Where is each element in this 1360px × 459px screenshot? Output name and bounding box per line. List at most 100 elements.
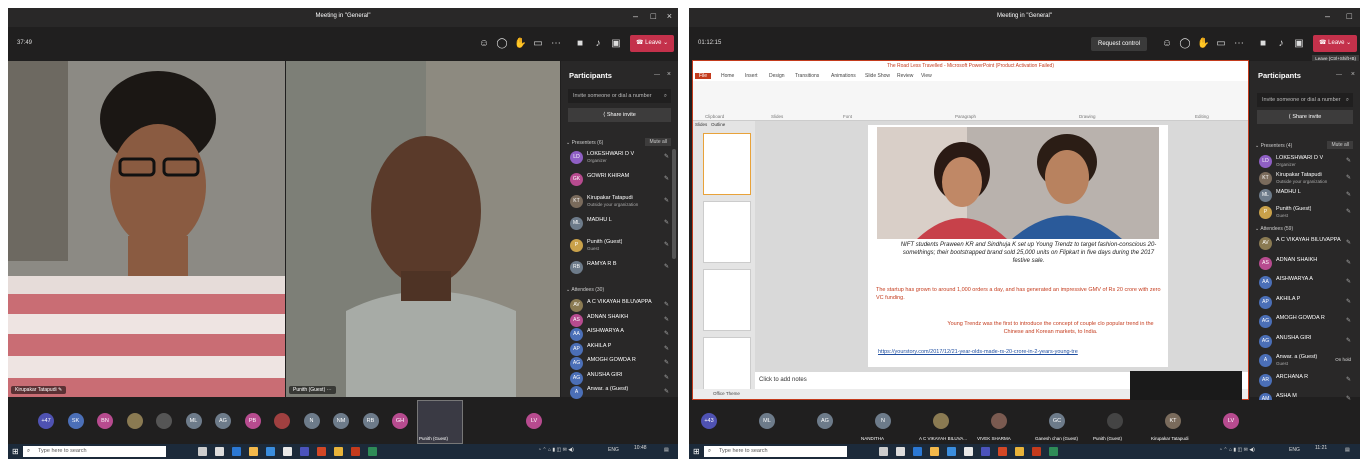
ribbon-tab-transitions[interactable]: Transitions <box>795 73 819 79</box>
leave-button[interactable]: ☎ Leave ⌄ <box>630 35 675 52</box>
folder-icon[interactable] <box>930 447 939 456</box>
powerpoint-icon[interactable] <box>351 447 360 456</box>
participant-row[interactable]: RB RAMYA R B ✎ <box>570 259 671 277</box>
camera-icon[interactable]: ■ <box>1257 38 1269 50</box>
store-icon[interactable] <box>913 447 922 456</box>
share-invite-button[interactable]: ⟨ Share invite <box>1257 110 1353 124</box>
popout-icon[interactable]: — <box>1336 72 1342 78</box>
chat-icon[interactable]: ◯ <box>1179 38 1191 50</box>
participant-bubble[interactable]: N <box>875 413 891 429</box>
ribbon-tab-file[interactable]: File <box>695 73 712 79</box>
ribbon-tab-home[interactable]: Home <box>721 73 734 79</box>
edge-icon[interactable] <box>947 447 956 456</box>
presenters-header[interactable]: ⌄ Presenters (4) Mute all <box>1255 141 1353 149</box>
participant-bubble[interactable]: SK <box>67 413 84 429</box>
mic-icon[interactable]: ♪ <box>1275 38 1287 50</box>
edge-icon[interactable] <box>266 447 275 456</box>
file-explorer-icon[interactable] <box>215 447 224 456</box>
minimize-icon[interactable]: – <box>1325 11 1330 21</box>
teams-icon[interactable] <box>300 447 309 456</box>
participant-row[interactable]: ML MADHU L ✎ <box>570 215 671 233</box>
participant-bubble[interactable]: KT <box>1165 413 1181 429</box>
excel-icon[interactable] <box>368 447 377 456</box>
participants-icon[interactable]: ☺ <box>1161 38 1173 50</box>
office-icon[interactable] <box>998 447 1007 456</box>
minimize-icon[interactable]: – <box>633 11 638 21</box>
invite-input[interactable]: Invite someone or dial a number ⌕ <box>568 89 671 103</box>
share-invite-button[interactable]: ⟨ Share invite <box>568 108 671 122</box>
clock[interactable]: 11:21 <box>1315 445 1327 451</box>
slide-link[interactable]: https://yourstory.com/2017/12/21-year-ol… <box>878 349 1078 355</box>
mute-all-button[interactable]: Mute all <box>645 138 671 146</box>
notification-icon[interactable]: ▤ <box>1345 447 1350 453</box>
chrome-icon[interactable] <box>1015 447 1024 456</box>
participant-bubble[interactable]: PB <box>244 413 261 429</box>
maximize-icon[interactable]: □ <box>1347 11 1352 21</box>
windows-start-icon[interactable]: ⊞ <box>693 447 700 456</box>
participant-bubble[interactable] <box>156 413 172 429</box>
participant-row[interactable]: AA AISHWARYA A ✎ <box>1259 274 1353 292</box>
more-icon[interactable]: ⋯ <box>1233 38 1245 50</box>
reactions-icon[interactable]: ✋ <box>1197 38 1209 50</box>
maximize-icon[interactable]: □ <box>651 11 656 21</box>
participant-bubble[interactable] <box>126 413 143 429</box>
participant-bubble[interactable]: LV <box>1223 413 1239 429</box>
more-icon[interactable]: ⋯ <box>550 38 562 50</box>
participant-row[interactable]: P Punith (Guest) Guest ✎ <box>1259 204 1353 222</box>
participant-row[interactable]: AR ARCHANA R ✎ <box>1259 372 1353 390</box>
participant-row[interactable]: A Anwar. a (Guest) Guest On hold <box>1259 352 1353 370</box>
ribbon-tab-view[interactable]: View <box>921 73 932 79</box>
ribbon-tab-animations[interactable]: Animations <box>831 73 856 79</box>
powerpoint-icon[interactable] <box>1032 447 1041 456</box>
attendees-header[interactable]: ⌄ Attendees (59) <box>1255 226 1353 232</box>
participant-bubble[interactable]: NM <box>333 413 349 429</box>
participant-bubble[interactable]: LV <box>526 413 542 429</box>
participant-bubble[interactable]: GC <box>1049 413 1065 429</box>
chat-icon[interactable]: ◯ <box>496 38 508 50</box>
ribbon-tab-slideshow[interactable]: Slide Show <box>865 73 890 79</box>
camera-icon[interactable]: ■ <box>574 38 586 50</box>
reactions-icon[interactable]: ✋ <box>514 38 526 50</box>
taskbar-search[interactable]: ⌕ Type here to search <box>23 446 166 457</box>
participant-bubble[interactable] <box>933 413 949 429</box>
participant-bubble[interactable]: AG <box>215 413 231 429</box>
participant-row[interactable]: AV A C VIKAYAH BILUVAPPA ✎ <box>1259 235 1353 253</box>
slide-thumb[interactable] <box>703 337 751 391</box>
ribbon-tab-design[interactable]: Design <box>769 73 785 79</box>
close-panel-icon[interactable]: × <box>667 71 671 78</box>
participant-row[interactable]: AG ANUSHA GIRI ✎ <box>1259 333 1353 351</box>
participant-row[interactable]: ML MADHU L ✎ <box>1259 187 1353 205</box>
windows-start-icon[interactable]: ⊞ <box>12 447 19 456</box>
participant-bubble[interactable]: +43 <box>701 413 717 429</box>
mic-icon[interactable]: ♪ <box>592 38 604 50</box>
participant-bubble[interactable]: +47 <box>38 413 54 429</box>
language-indicator[interactable]: ENG <box>608 447 619 453</box>
attendees-header[interactable]: ⌄ Attendees (30) <box>566 287 671 293</box>
tray-icons[interactable]: ◔ ⌃ ⌂ ▮ ◫ ✉ ◀) <box>538 447 574 453</box>
participant-bubble[interactable]: GH <box>392 413 408 429</box>
tray-icons[interactable]: ◔ ⌃ ⌂ ▮ ◫ ✉ ◀) <box>1219 447 1255 453</box>
leave-button[interactable]: ☎ Leave ⌄ <box>1313 35 1358 52</box>
share-icon[interactable]: ▣ <box>1293 38 1305 50</box>
task-view-icon[interactable] <box>879 447 888 456</box>
app-icon[interactable] <box>964 447 973 456</box>
scrollbar[interactable] <box>672 149 676 259</box>
request-control-button[interactable]: Request control <box>1091 37 1148 51</box>
participant-row[interactable]: LD LOKESHWARI D V Organizer ✎ <box>1259 153 1353 171</box>
excel-icon[interactable] <box>1049 447 1058 456</box>
participant-bubble[interactable]: ML <box>185 413 202 429</box>
participant-row[interactable]: AS ADNAN SHAIKH ✎ <box>1259 255 1353 273</box>
participant-row[interactable]: AP AKHILA P ✎ <box>1259 294 1353 312</box>
slide-thumb[interactable] <box>703 133 751 195</box>
participant-bubble[interactable]: RB <box>362 413 379 429</box>
notification-icon[interactable]: ▤ <box>664 447 669 453</box>
store-icon[interactable] <box>232 447 241 456</box>
taskbar-search[interactable]: ⌕ Type here to search <box>704 446 847 457</box>
participant-bubble[interactable]: AG <box>817 413 833 429</box>
rooms-icon[interactable]: ▭ <box>1215 38 1227 50</box>
participant-row[interactable]: KT Kirupakar Tatapudi Outside your organiz… <box>570 193 671 211</box>
participant-bubble[interactable]: ML <box>759 413 775 429</box>
participant-bubble[interactable] <box>991 413 1007 429</box>
participant-bubble[interactable] <box>274 413 290 429</box>
app-icon[interactable] <box>283 447 292 456</box>
